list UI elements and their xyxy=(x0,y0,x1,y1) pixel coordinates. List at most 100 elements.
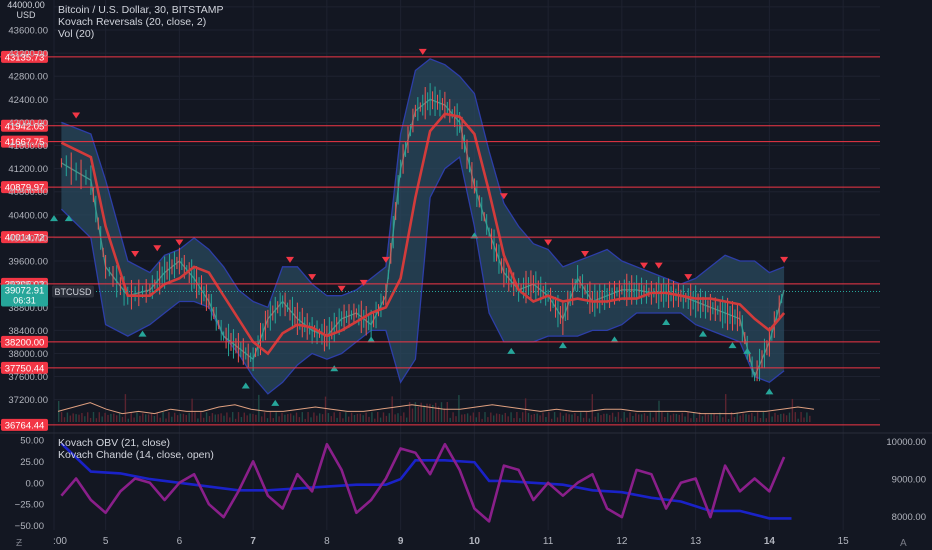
volume-bar xyxy=(205,412,208,422)
price-axis-tick: 42800.00 xyxy=(8,72,48,83)
volume-bar xyxy=(522,412,524,422)
volume-bar xyxy=(147,414,150,422)
volume-bar xyxy=(739,415,741,422)
bar-countdown: 06:31 xyxy=(13,295,36,305)
volume-bar xyxy=(788,412,791,422)
volume-bar xyxy=(243,412,245,422)
time-axis-tick: 13 xyxy=(690,536,702,547)
volume-bar xyxy=(800,412,802,422)
price-axis-tick: 40000.00 xyxy=(8,233,48,244)
volume-bar xyxy=(777,414,779,422)
volume-bar xyxy=(809,415,811,422)
price-axis-tick: 37200.00 xyxy=(8,395,48,406)
volume-bar xyxy=(574,413,576,422)
volume-bar xyxy=(545,417,547,422)
volume-bar xyxy=(130,412,132,422)
volume-bar xyxy=(524,398,527,422)
oscillator-axis-tick: −25.00 xyxy=(15,500,44,511)
volume-bar xyxy=(78,414,80,422)
axis-currency-label: USD xyxy=(16,10,36,20)
time-axis-tick: 12 xyxy=(616,536,628,547)
price-axis-tick: 43600.00 xyxy=(8,26,48,37)
volume-bar xyxy=(348,416,350,422)
tradingview-logo-icon[interactable]: Ƶ xyxy=(16,538,22,549)
auto-scale-button[interactable]: A xyxy=(900,538,907,549)
volume-bar xyxy=(304,418,306,422)
volume-bar xyxy=(495,413,498,422)
time-axis-tick: 9 xyxy=(398,536,404,547)
oscillator-axis-tick: 0.00 xyxy=(26,478,45,489)
volume-bar xyxy=(696,417,698,422)
obv-indicator-label[interactable]: Kovach OBV (21, close) xyxy=(58,437,214,449)
volume-bar xyxy=(667,412,669,422)
volume-bar xyxy=(63,417,66,422)
volume-bar xyxy=(530,414,533,422)
volume-bar xyxy=(104,412,106,422)
volume-bar xyxy=(356,413,359,422)
volume-bar xyxy=(597,412,599,422)
volume-bar xyxy=(690,418,692,422)
price-chart[interactable]: 43135.7341942.0541667.7540879.9740014.72… xyxy=(0,0,932,550)
volume-bar xyxy=(742,413,744,422)
volume-bar xyxy=(722,417,724,422)
volume-bar xyxy=(472,412,475,422)
volume-bar xyxy=(266,418,269,422)
volume-bar xyxy=(539,415,541,422)
volume-bar xyxy=(681,412,683,422)
volume-bar xyxy=(614,416,617,422)
volume-bar xyxy=(498,414,501,422)
volume-bar xyxy=(551,418,553,422)
volume-bar xyxy=(217,414,219,422)
volume-bar xyxy=(710,414,712,422)
volume-bar xyxy=(269,412,272,422)
time-axis-tick: 6 xyxy=(177,536,183,547)
volume-bar xyxy=(182,413,185,422)
volume-bar xyxy=(429,403,431,422)
volume-bar xyxy=(240,417,243,422)
chande-indicator-label[interactable]: Kovach Chande (14, close, open) xyxy=(58,449,214,461)
volume-bar xyxy=(640,414,643,422)
volume-bar xyxy=(223,415,225,422)
volume-bar xyxy=(727,418,730,422)
volume-bar xyxy=(632,415,634,422)
indicator-reversals-label[interactable]: Kovach Reversals (20, close, 2) xyxy=(58,16,224,28)
volume-bar xyxy=(716,415,718,422)
volume-bar xyxy=(458,395,460,422)
volume-bar xyxy=(92,412,95,422)
price-axis-tick: 38400.00 xyxy=(8,326,48,337)
volume-bar xyxy=(806,412,808,422)
volume-bar xyxy=(643,413,646,422)
volume-bar xyxy=(774,412,776,422)
volume-bar xyxy=(84,416,86,422)
time-axis-tick: 14 xyxy=(764,536,776,547)
volume-bar xyxy=(797,418,799,422)
volume-bar xyxy=(368,416,370,422)
volume-bar xyxy=(469,415,472,422)
volume-bar xyxy=(107,414,109,422)
volume-bar xyxy=(803,417,805,422)
volume-bar xyxy=(623,412,625,422)
volume-bar xyxy=(333,412,335,422)
volume-bar xyxy=(174,412,176,422)
volume-bar xyxy=(585,412,588,422)
price-axis-tick: 42400.00 xyxy=(8,95,48,106)
volume-bar xyxy=(490,412,492,422)
volume-bar xyxy=(229,417,231,422)
indicator-volume-label[interactable]: Vol (20) xyxy=(58,28,224,40)
symbol-title[interactable]: Bitcoin / U.S. Dollar, 30, BITSTAMP xyxy=(58,4,224,16)
volume-bar xyxy=(203,417,205,422)
volume-bar xyxy=(701,416,704,422)
volume-bar xyxy=(403,412,405,422)
volume-bar xyxy=(626,417,628,422)
volume-bar xyxy=(594,416,596,422)
volume-bar xyxy=(385,415,388,422)
volume-bar xyxy=(98,412,100,422)
oscillator-axis-tick: 25.00 xyxy=(20,457,44,468)
volume-bar xyxy=(136,412,138,422)
volume-bar xyxy=(675,413,678,422)
volume-bar xyxy=(391,396,393,422)
volume-bar xyxy=(342,418,344,422)
volume-bar xyxy=(330,416,332,422)
volume-bar xyxy=(116,415,118,422)
volume-bar xyxy=(446,402,448,422)
